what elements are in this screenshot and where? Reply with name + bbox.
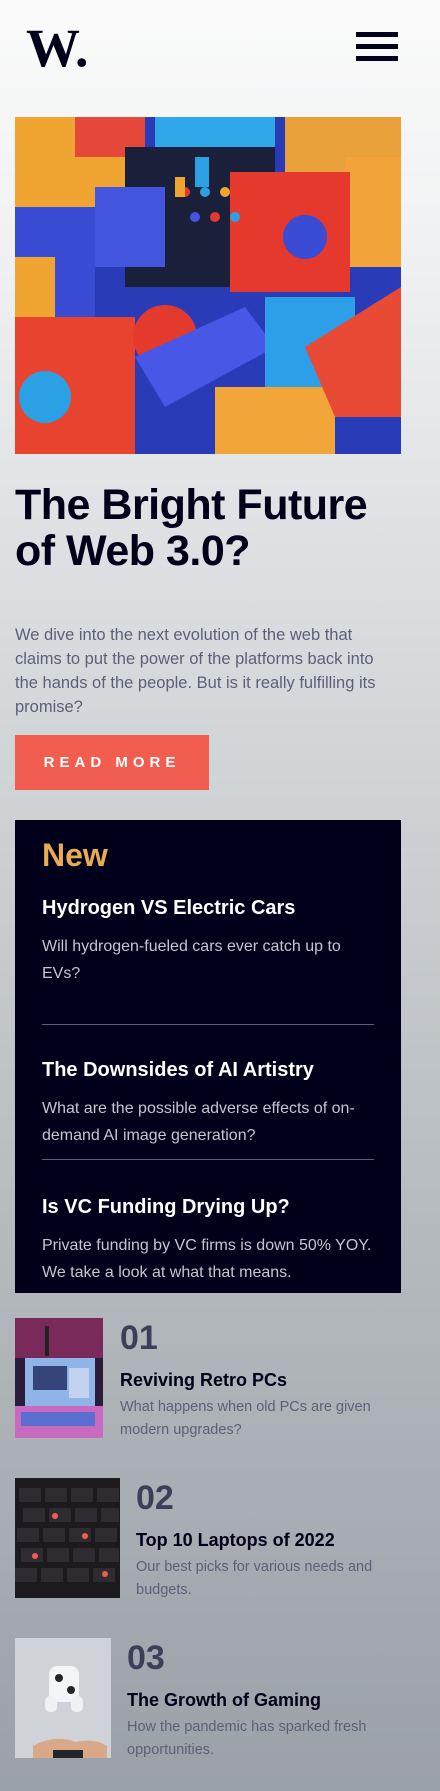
trending-desc: What happens when old PCs are given mode… [120, 1399, 371, 1438]
new-section-title: New [42, 837, 108, 873]
svg-text:W.: W. [26, 22, 89, 72]
trending-number: 02 [136, 1479, 174, 1517]
retro-pc-thumbnail[interactable] [15, 1318, 103, 1438]
new-article[interactable]: Hydrogen VS Electric Cars Will hydrogen-… [42, 895, 374, 1025]
new-article-desc: Will hydrogen-fueled cars ever catch up … [42, 938, 341, 982]
new-article-desc: What are the possible adverse effects of… [42, 1100, 355, 1144]
site-header: W. [0, 0, 440, 100]
trending-article[interactable]: 03 The Growth of Gaming How the pandemic… [15, 1638, 401, 1762]
trending-title[interactable]: Reviving Retro PCs [120, 1368, 287, 1392]
new-article-desc: Private funding by VC firms is down 50% … [42, 1237, 372, 1281]
trending-desc: Our best picks for various needs and bud… [136, 1559, 373, 1598]
trending-article[interactable]: 02 Top 10 Laptops of 2022 Our best picks… [15, 1478, 401, 1602]
trending-title[interactable]: The Growth of Gaming [127, 1688, 321, 1712]
hamburger-menu-icon[interactable] [356, 32, 398, 66]
new-section: New Hydrogen VS Electric Cars Will hydro… [15, 820, 401, 1293]
hero-headline: The Bright Future of Web 3.0? [15, 481, 368, 575]
new-article[interactable]: Is VC Funding Drying Up? Private funding… [42, 1194, 374, 1286]
trending-title[interactable]: Top 10 Laptops of 2022 [136, 1528, 335, 1552]
new-article-title[interactable]: Hydrogen VS Electric Cars [42, 895, 374, 921]
read-more-button[interactable]: READ MORE [15, 735, 209, 790]
trending-number: 01 [120, 1319, 158, 1357]
new-article[interactable]: The Downsides of AI Artistry What are th… [42, 1057, 374, 1160]
hero-image [15, 117, 401, 454]
logo[interactable]: W. [26, 18, 96, 78]
game-controller-thumbnail[interactable] [15, 1638, 111, 1758]
new-article-title[interactable]: Is VC Funding Drying Up? [42, 1194, 374, 1220]
trending-desc: How the pandemic has sparked fresh oppor… [127, 1719, 367, 1758]
new-article-title[interactable]: The Downsides of AI Artistry [42, 1057, 374, 1083]
hero-intro: We dive into the next evolution of the w… [15, 626, 376, 716]
trending-article[interactable]: 01 Reviving Retro PCs What happens when … [15, 1318, 401, 1442]
laptop-keyboard-thumbnail[interactable] [15, 1478, 120, 1598]
trending-number: 03 [127, 1639, 165, 1677]
